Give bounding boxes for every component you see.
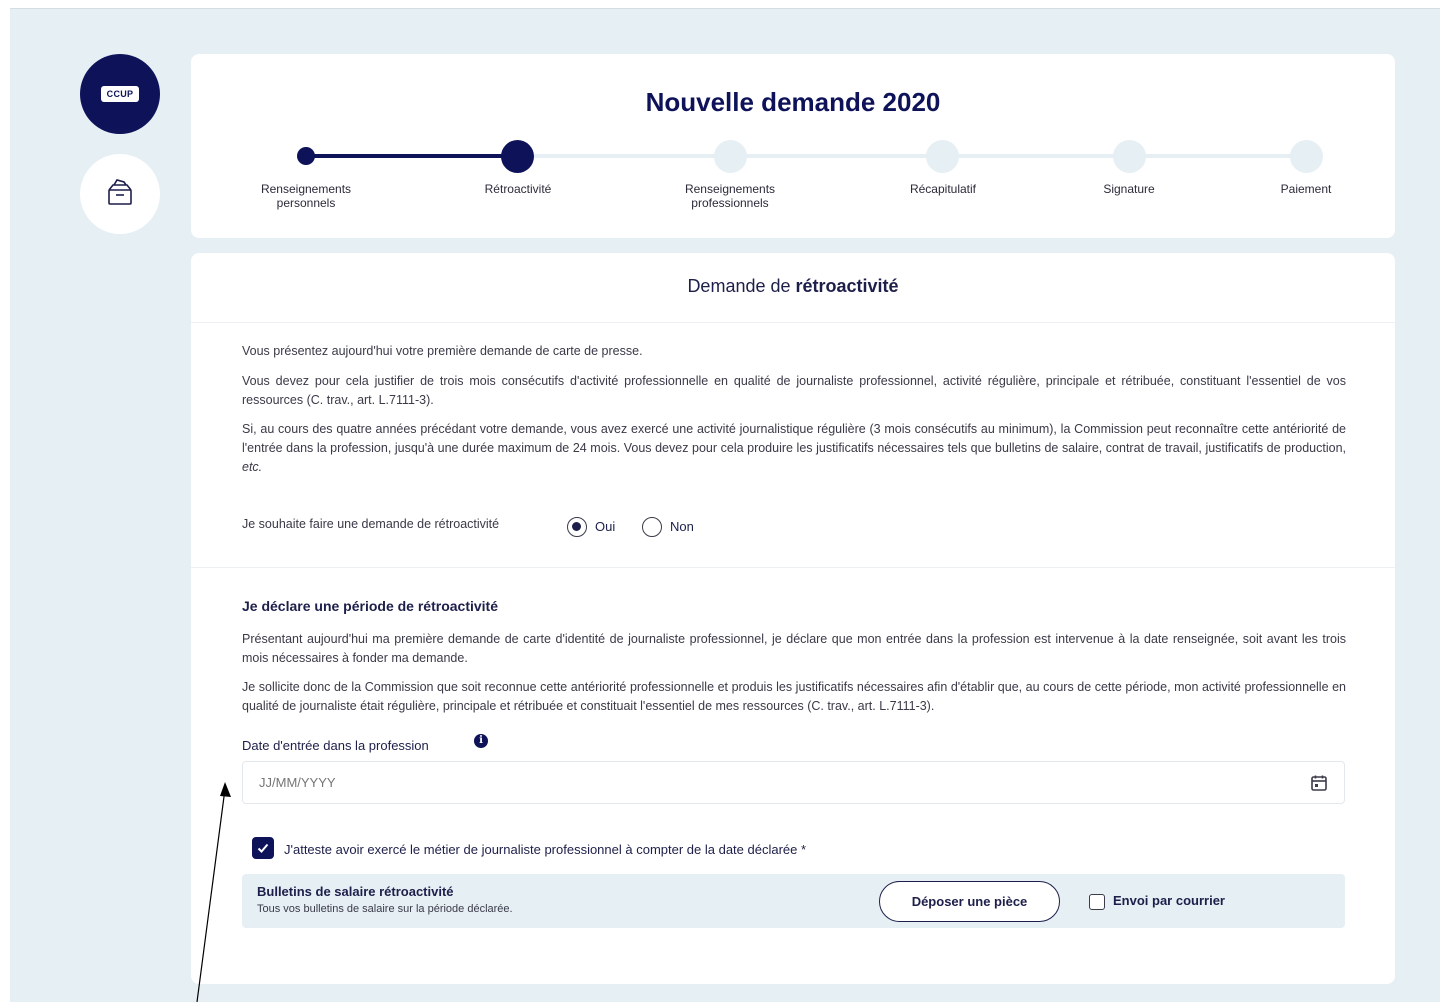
step-label-signature[interactable]: Signature — [1059, 182, 1199, 196]
upload-document-button[interactable]: Déposer une pièce — [879, 881, 1060, 922]
retroactivite-card: Demande de rétroactivité Vous présentez … — [191, 253, 1395, 984]
declaration-text-1: Présentant aujourd'hui ma première deman… — [242, 632, 1346, 665]
radio-non[interactable] — [642, 517, 662, 537]
step-label-recapitulatif[interactable]: Récapitulatif — [873, 182, 1013, 196]
section-title-prefix: Demande de — [687, 276, 796, 296]
date-entry-input[interactable] — [242, 761, 1345, 804]
stepper-card: Nouvelle demande 2020 Renseignements per… — [191, 54, 1395, 238]
step-dot-paiement[interactable] — [1290, 140, 1323, 173]
ccup-logo: CCUP — [100, 86, 140, 102]
app-background: CCUP Nouvelle demande 2020 Renseignement… — [10, 8, 1440, 1002]
step-dot-recapitulatif[interactable] — [926, 140, 959, 173]
radio-oui[interactable] — [567, 517, 587, 537]
step-dot-signature[interactable] — [1113, 140, 1146, 173]
upload-subtitle: Tous vos bulletins de salaire sur la pér… — [257, 903, 513, 915]
step-label-professionnels[interactable]: Renseignements professionnels — [660, 182, 800, 210]
anteriority-text: Si, au cours des quatre années précédant… — [242, 420, 1346, 477]
declaration-title: Je déclare une période de rétroactivité — [242, 598, 498, 614]
step-dot-professionnels[interactable] — [714, 140, 747, 173]
checkmark-icon — [257, 843, 269, 853]
step-label-paiement[interactable]: Paiement — [1236, 182, 1376, 196]
retro-question-label: Je souhaite faire une demande de rétroac… — [242, 517, 500, 531]
upload-row-bulletins: Bulletins de salaire rétroactivité Tous … — [242, 874, 1345, 928]
section-title-bold: rétroactivité — [795, 276, 899, 296]
intro-text: Vous présentez aujourd'hui votre premièr… — [242, 344, 643, 358]
requirement-text: Vous devez pour cela justifier de trois … — [242, 374, 1346, 407]
archive-box-icon — [104, 176, 136, 213]
upload-title: Bulletins de salaire rétroactivité — [257, 884, 454, 899]
ccup-logo-button[interactable]: CCUP — [80, 54, 160, 134]
calendar-icon[interactable] — [1310, 774, 1328, 797]
mail-label[interactable]: Envoi par courrier — [1113, 893, 1225, 908]
step-dot-retroactivite[interactable] — [501, 140, 534, 173]
mail-checkbox[interactable] — [1089, 894, 1105, 910]
declaration-text-2: Je sollicite donc de la Commission que s… — [242, 680, 1346, 713]
section-divider — [191, 567, 1395, 568]
step-label-personnels[interactable]: Renseignements personnels — [236, 182, 376, 210]
page-title: Nouvelle demande 2020 — [645, 87, 941, 117]
section-title: Demande de rétroactivité — [191, 253, 1395, 323]
step-dot-personnels[interactable] — [297, 147, 315, 165]
stepper-track-done — [306, 154, 518, 158]
radio-non-label[interactable]: Non — [670, 519, 694, 534]
anteriority-text-etc: etc. — [242, 460, 263, 474]
step-label-retroactivite[interactable]: Rétroactivité — [448, 182, 588, 196]
date-field-label: Date d'entrée dans la profession — [242, 738, 429, 753]
anteriority-text-main: Si, au cours des quatre années précédant… — [242, 422, 1346, 455]
attest-label[interactable]: J'atteste avoir exercé le métier de jour… — [284, 842, 806, 857]
radio-oui-label[interactable]: Oui — [595, 519, 615, 534]
stepper-track-todo — [518, 154, 1306, 158]
info-icon[interactable]: i — [474, 734, 488, 748]
attest-checkbox[interactable] — [252, 837, 274, 859]
archive-button[interactable] — [80, 154, 160, 234]
